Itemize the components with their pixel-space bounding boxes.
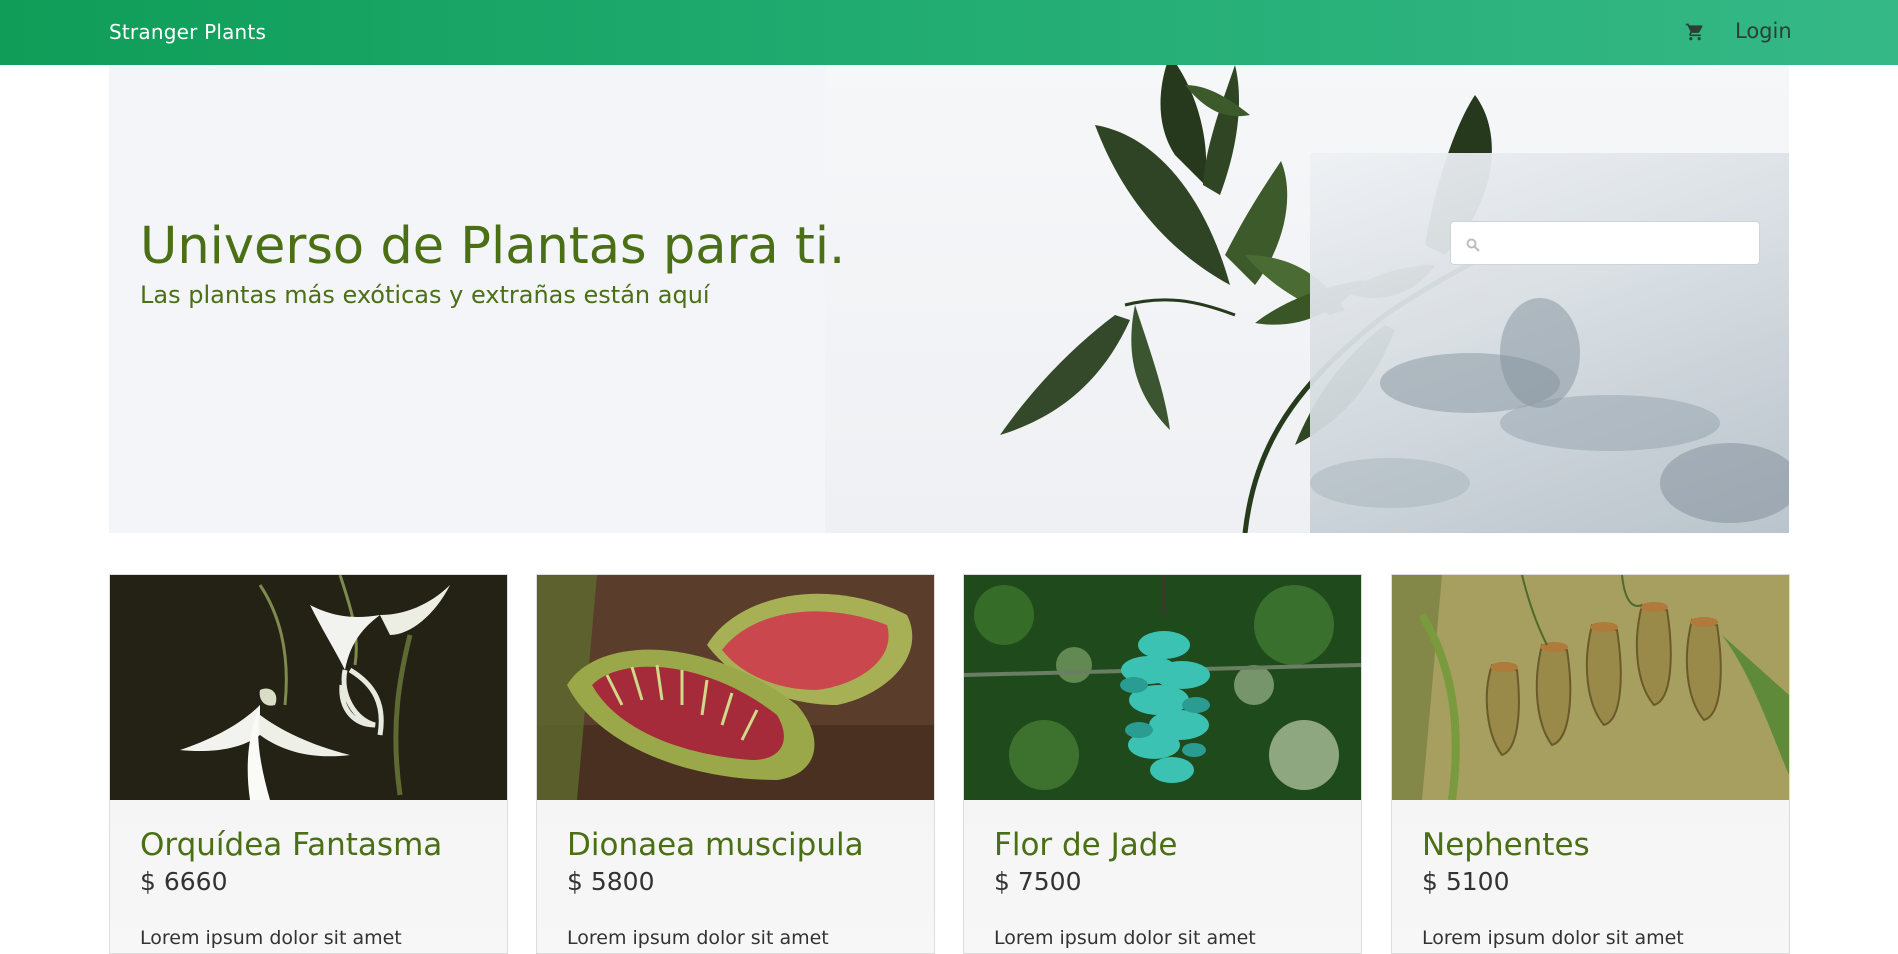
hero-frosted-panel bbox=[1310, 153, 1789, 533]
product-price: $ 6660 bbox=[140, 867, 228, 896]
product-card[interactable]: Flor de Jade $ 7500 Lorem ipsum dolor si… bbox=[963, 574, 1362, 954]
search-box[interactable] bbox=[1450, 221, 1760, 265]
product-card[interactable]: Dionaea muscipula $ 5800 Lorem ipsum dol… bbox=[536, 574, 935, 954]
hero-title: Universo de Plantas para ti. bbox=[140, 217, 846, 276]
top-navbar: Stranger Plants Login bbox=[0, 0, 1898, 65]
product-description: Lorem ipsum dolor sit amet bbox=[1422, 927, 1684, 949]
product-price: $ 7500 bbox=[994, 867, 1082, 896]
product-price: $ 5800 bbox=[567, 867, 655, 896]
pitcher-plant-photo[interactable] bbox=[1392, 575, 1789, 800]
search-input[interactable] bbox=[1487, 228, 1747, 258]
jade-vine-photo[interactable] bbox=[964, 575, 1361, 800]
brand-link[interactable]: Stranger Plants bbox=[109, 20, 266, 44]
cart-icon[interactable] bbox=[1685, 22, 1705, 42]
ghost-orchid-photo[interactable] bbox=[110, 575, 507, 800]
product-name[interactable]: Dionaea muscipula bbox=[567, 827, 864, 863]
product-description: Lorem ipsum dolor sit amet bbox=[994, 927, 1256, 949]
search-icon bbox=[1466, 237, 1480, 252]
product-description: Lorem ipsum dolor sit amet bbox=[140, 927, 402, 949]
product-name[interactable]: Flor de Jade bbox=[994, 827, 1178, 863]
product-price: $ 5100 bbox=[1422, 867, 1510, 896]
product-description: Lorem ipsum dolor sit amet bbox=[567, 927, 829, 949]
product-card[interactable]: Nephentes $ 5100 Lorem ipsum dolor sit a… bbox=[1391, 574, 1790, 954]
login-link[interactable]: Login bbox=[1735, 19, 1792, 43]
product-name[interactable]: Orquídea Fantasma bbox=[140, 827, 442, 863]
hero-banner: Universo de Plantas para ti. Las plantas… bbox=[109, 65, 1789, 533]
product-name[interactable]: Nephentes bbox=[1422, 827, 1590, 863]
product-card[interactable]: Orquídea Fantasma $ 6660 Lorem ipsum dol… bbox=[109, 574, 508, 954]
venus-flytrap-photo[interactable] bbox=[537, 575, 934, 800]
hero-subtitle: Las plantas más exóticas y extrañas está… bbox=[140, 281, 710, 309]
